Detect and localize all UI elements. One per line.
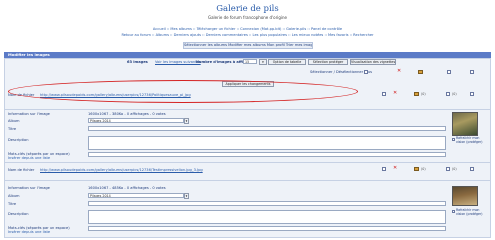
divider: [4, 180, 491, 181]
file-url[interactable]: http://www.pilsoudepoids.com/gallery/alb…: [40, 168, 203, 172]
select-all-label: Sélectionner / Désélectionner tous: [310, 70, 373, 74]
album-label: Album: [8, 119, 20, 123]
refresh-checkbox[interactable]: [452, 210, 455, 213]
select-image-checkbox[interactable]: [382, 92, 386, 96]
option-tab-2[interactable]: Sélection protéger: [308, 59, 348, 65]
delete-icon[interactable]: ✕: [393, 166, 398, 171]
title-label: Titre: [8, 127, 17, 131]
refresh-checkbox[interactable]: [452, 138, 455, 141]
reset-icon[interactable]: [414, 167, 419, 171]
file-url[interactable]: http://www.pilsoudepoids.com/gallery/alb…: [40, 93, 191, 97]
select-all-checkbox[interactable]: [364, 70, 368, 74]
option-tab-3[interactable]: Visualisation des vignettes: [350, 59, 396, 65]
image-count: 63 images: [127, 60, 148, 64]
image-thumbnail[interactable]: [452, 112, 478, 136]
album-dropdown-icon[interactable]: ▾: [184, 193, 189, 199]
divider: [4, 162, 491, 163]
album-tabs[interactable]: Sélectionner les albums Modifier mes alb…: [183, 42, 313, 49]
image-thumbnail[interactable]: [452, 186, 478, 206]
info-label: Information sur l'image: [8, 186, 50, 190]
lock-all-checkbox[interactable]: [470, 70, 474, 74]
apply-changes-button[interactable]: Appliquer les changements: [222, 81, 274, 87]
approve-checkbox[interactable]: [446, 167, 450, 171]
filename-label: Nom de fichier: [8, 93, 35, 97]
reset-count: (0): [421, 167, 426, 171]
per-page-select[interactable]: 15: [243, 59, 257, 64]
reset-count: (0): [421, 92, 426, 96]
info-value: 1600x1067 - 380Ko - 0 affichages - 0 vot…: [88, 112, 166, 116]
select-image-checkbox[interactable]: [382, 167, 386, 171]
lock-checkbox[interactable]: [470, 92, 474, 96]
divider: [4, 109, 491, 110]
keywords-input[interactable]: [88, 152, 446, 157]
reset-icon[interactable]: [414, 92, 419, 96]
info-label: Information sur l'image: [8, 112, 50, 116]
reset-all-icon[interactable]: [418, 70, 423, 74]
secondary-nav[interactable]: Retour au forum :: Albums :: Derniers aj…: [0, 33, 495, 37]
next-images-link[interactable]: Voir les images suivantes: [155, 60, 201, 64]
keywords-list-link[interactable]: Insérer depuis une liste: [8, 230, 50, 234]
album-select[interactable]: Pilsges 2014: [88, 193, 184, 198]
main-nav[interactable]: Accueil :: Mes albums :: Télécharger un …: [0, 27, 495, 31]
approve-count: (0): [452, 92, 457, 96]
info-value: 1600x1067 - 485Ko - 0 affichages - 0 vot…: [88, 186, 166, 190]
keywords-list-link[interactable]: Insérer depuis une liste: [8, 156, 50, 160]
title-input[interactable]: [88, 201, 446, 206]
description-label: Description: [8, 138, 29, 142]
gallery-subtitle: Galerie de forum francophone d'origine: [207, 15, 288, 20]
filename-label: Nom de fichier: [8, 168, 35, 172]
album-dropdown-icon[interactable]: ▾: [184, 118, 189, 124]
thumbnail-caption: Rafraîchir mon vision (protéger): [456, 208, 483, 216]
description-textarea[interactable]: [88, 136, 446, 150]
per-page-arrow-icon[interactable]: ▾: [259, 59, 267, 65]
approve-count: (0): [452, 167, 457, 171]
description-textarea[interactable]: [88, 210, 446, 224]
album-select[interactable]: Pilsges 2014: [88, 118, 184, 123]
approve-checkbox[interactable]: [446, 92, 450, 96]
option-tab-1[interactable]: Option de tabelle: [268, 59, 306, 65]
lock-checkbox[interactable]: [470, 167, 474, 171]
gallery-title: Galerie de pils: [216, 4, 279, 14]
title-label: Titre: [8, 202, 17, 206]
album-label: Album: [8, 194, 20, 198]
description-label: Description: [8, 212, 29, 216]
delete-all-icon[interactable]: ✕: [397, 69, 402, 74]
approve-all-checkbox[interactable]: [447, 70, 451, 74]
thumbnail-caption: Rafraîchir mon vision (protéger): [456, 136, 483, 144]
keywords-input[interactable]: [88, 226, 446, 231]
delete-icon[interactable]: ✕: [393, 91, 398, 96]
title-input[interactable]: [88, 126, 446, 131]
